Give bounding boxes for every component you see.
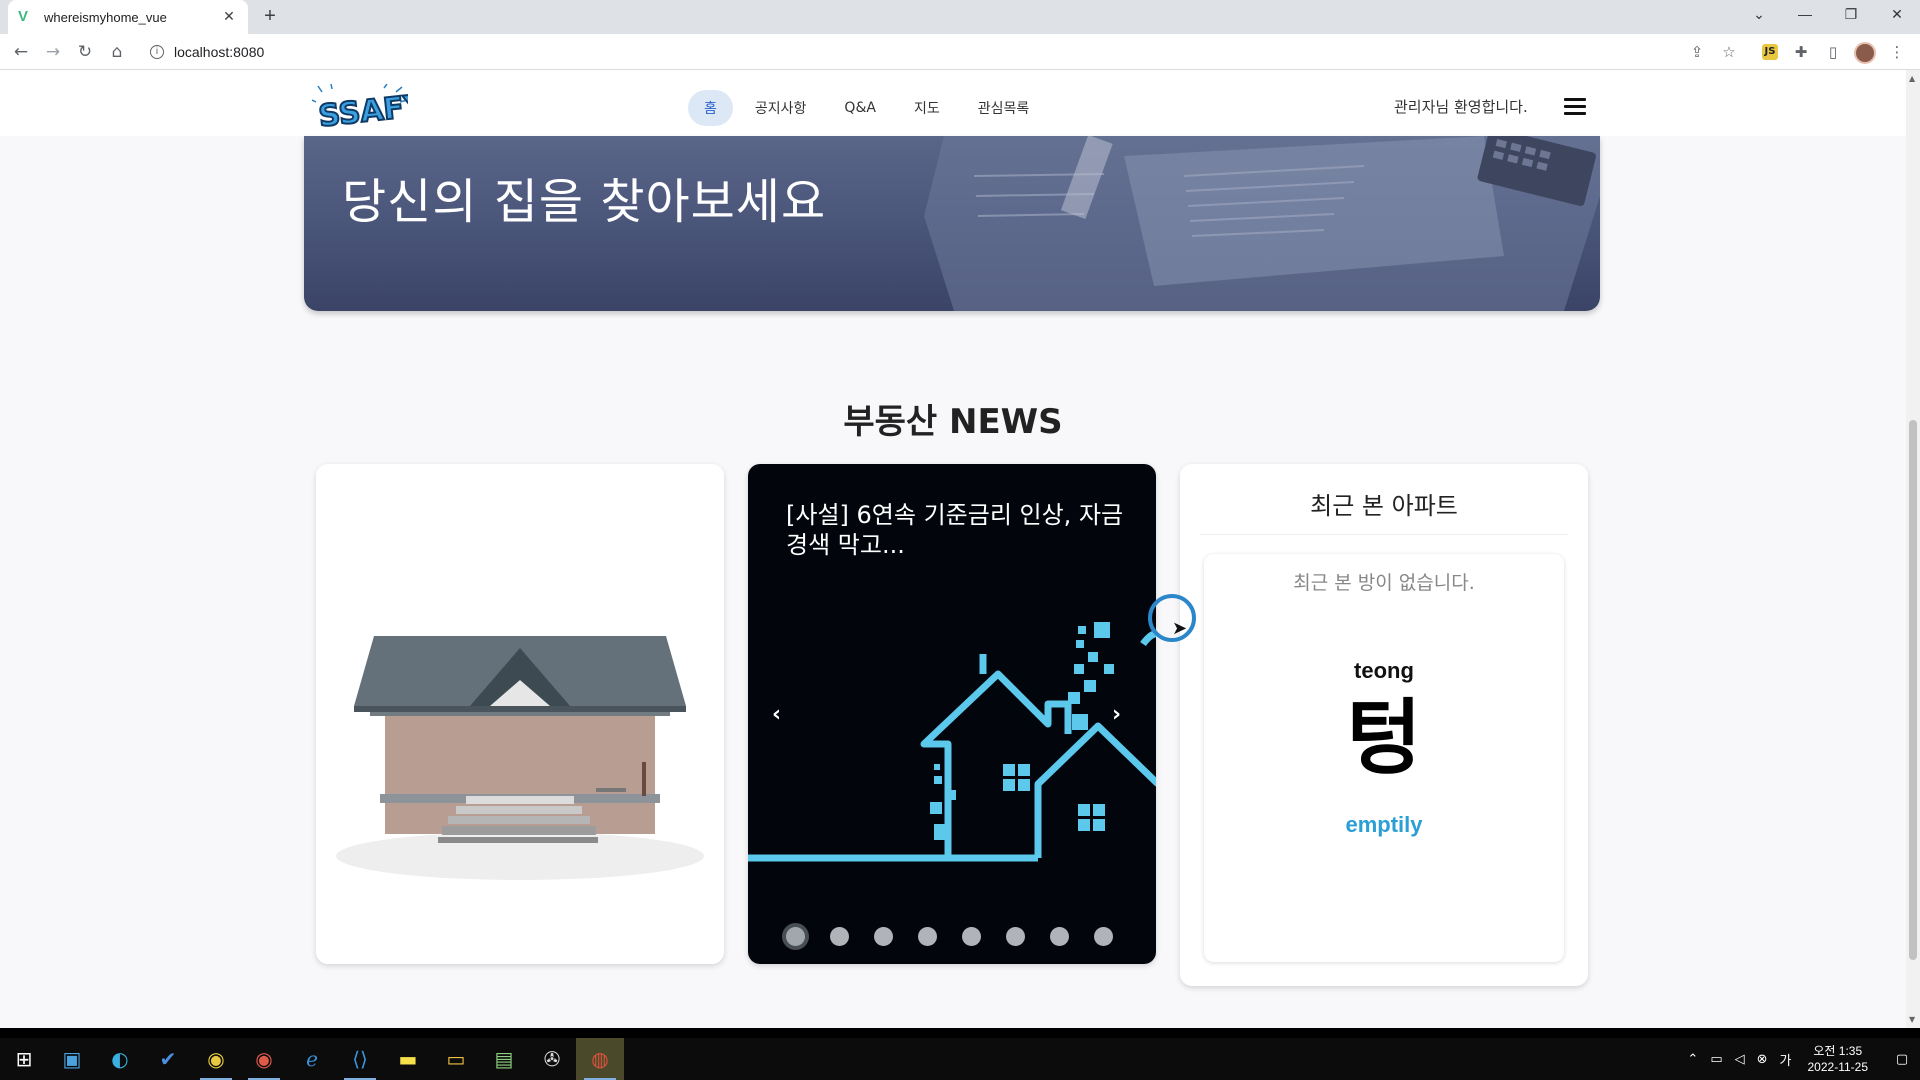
svg-text:SSAFY: SSAFY — [317, 88, 408, 128]
main-nav: 홈 공지사항 Q&A 지도 관심목록 — [688, 90, 1045, 126]
tray-overflow-icon[interactable]: ⌃ — [1687, 1052, 1698, 1067]
clock-date: 2022-11-25 — [1807, 1060, 1869, 1074]
todo-check-icon[interactable]: ✔ — [144, 1038, 192, 1080]
close-window-button[interactable]: ✕ — [1874, 0, 1920, 30]
clock-time: 오전 1:35 — [1813, 1044, 1863, 1058]
file-explorer-icon[interactable]: ▭ — [432, 1038, 480, 1080]
house-illustration — [336, 636, 704, 880]
taskbar-clock[interactable]: 오전 1:35 2022-11-25 — [1808, 1043, 1869, 1075]
status-x-icon[interactable]: ⊗ — [1757, 1052, 1768, 1067]
recent-apartments-card: 최근 본 아파트 최근 본 방이 없습니다. teong 텅 emptily — [1180, 464, 1588, 986]
js-extension-icon[interactable]: JS — [1762, 44, 1778, 60]
minimize-button[interactable]: — — [1782, 0, 1828, 30]
hero-banner: 당신의 집을 찾아보세요 — [304, 136, 1600, 311]
windows-taskbar: ⊞ ▣ ◐ ✔ ◉ ◉ ℯ ⟨⟩ ▬ ▭ ▤ ✇ ◍ ⌃ ▭ ◁ ⊗ 가 오전 … — [0, 1028, 1920, 1080]
web-page: SSAFY 홈 공지사항 Q&A 지도 관심목록 관리자님 환영합니다. 당신의… — [0, 70, 1906, 1028]
carousel-dot[interactable] — [786, 927, 805, 946]
chrome-second-icon[interactable]: ◉ — [240, 1038, 288, 1080]
nav-map[interactable]: 지도 — [898, 90, 956, 126]
hero-title: 당신의 집을 찾아보세요 — [342, 174, 827, 230]
carousel-dot[interactable] — [962, 927, 981, 946]
hamburger-menu-icon[interactable] — [1564, 98, 1586, 116]
forward-icon[interactable]: → — [40, 40, 66, 64]
house-lineart-illustration — [748, 622, 1156, 862]
back-icon[interactable]: ← — [8, 40, 34, 64]
home-icon[interactable]: ⌂ — [104, 40, 130, 64]
edge-browser-icon[interactable]: ◐ — [96, 1038, 144, 1080]
site-header: SSAFY 홈 공지사항 Q&A 지도 관심목록 관리자님 환영합니다. — [0, 70, 1906, 136]
network-icon[interactable]: ▭ — [1710, 1052, 1722, 1067]
chrome-icon[interactable]: ◉ — [192, 1038, 240, 1080]
carousel-dot[interactable] — [918, 927, 937, 946]
welcome-text: 관리자님 환영합니다. — [1394, 98, 1528, 116]
new-tab-button[interactable]: + — [258, 6, 282, 28]
taskbar-apps: ⊞ ▣ ◐ ✔ ◉ ◉ ℯ ⟨⟩ ▬ ▭ ▤ ✇ ◍ — [0, 1038, 624, 1080]
carousel-dot[interactable] — [1050, 927, 1069, 946]
carousel-dot[interactable] — [874, 927, 893, 946]
carousel-dot[interactable] — [1006, 927, 1025, 946]
reload-icon[interactable]: ↻ — [72, 40, 98, 64]
side-panel-icon[interactable]: ▯ — [1822, 42, 1844, 62]
window-controls: ⌄ — ❐ ✕ — [1736, 0, 1920, 30]
vscode-icon[interactable]: ⟨⟩ — [336, 1038, 384, 1080]
recorder-app-icon[interactable]: ◍ — [576, 1038, 624, 1080]
hero-background-documents — [924, 136, 1600, 311]
address-bar[interactable]: i localhost:8080 — [140, 38, 1720, 66]
browser-tab[interactable]: V whereismyhome_vue ✕ — [8, 0, 248, 34]
nav-home[interactable]: 홈 — [688, 90, 733, 126]
system-tray: ⌃ ▭ ◁ ⊗ 가 오전 1:35 2022-11-25 ▢ — [1681, 1038, 1920, 1080]
url-text: localhost:8080 — [174, 44, 265, 60]
bookmark-star-icon[interactable]: ☆ — [1718, 42, 1740, 62]
house-illustration-card — [316, 464, 724, 964]
browser-tab-strip: V whereismyhome_vue ✕ + ⌄ — ❐ ✕ — [0, 0, 1920, 34]
kakaotalk-icon[interactable]: ▬ — [384, 1038, 432, 1080]
store-app-icon[interactable]: ▣ — [48, 1038, 96, 1080]
tab-search-icon[interactable]: ⌄ — [1736, 0, 1782, 30]
empty-illustration-glyph: 텅 — [1346, 691, 1422, 786]
scroll-up-icon[interactable]: ▲ — [1909, 74, 1915, 83]
site-info-icon[interactable]: i — [150, 45, 164, 59]
news-section-title: 부동산 NEWS — [843, 402, 1063, 442]
recent-list-panel: 최근 본 방이 없습니다. teong 텅 emptily — [1204, 554, 1564, 962]
mouse-cursor-icon: ➤ — [1172, 618, 1188, 639]
nav-qna[interactable]: Q&A — [828, 92, 892, 124]
scroll-down-icon[interactable]: ▼ — [1909, 1015, 1915, 1024]
nav-favorites[interactable]: 관심목록 — [962, 90, 1046, 126]
ssafy-logo[interactable]: SSAFY — [312, 84, 408, 128]
share-icon[interactable]: ⇪ — [1686, 42, 1708, 62]
empty-illustration-bottom-text: emptily — [1345, 812, 1423, 837]
recent-card-title: 최근 본 아파트 — [1310, 492, 1458, 520]
carousel-prev-button[interactable]: ‹ — [772, 702, 781, 727]
tab-close-icon[interactable]: ✕ — [220, 9, 238, 25]
news-headline[interactable]: [사설] 6연속 기준금리 인상, 자금경색 막고... — [786, 500, 1126, 560]
divider — [1200, 534, 1568, 535]
volume-icon[interactable]: ◁ — [1735, 1052, 1745, 1067]
profile-avatar[interactable] — [1854, 42, 1876, 64]
carousel-dot[interactable] — [830, 927, 849, 946]
notepad-icon[interactable]: ▤ — [480, 1038, 528, 1080]
restore-button[interactable]: ❐ — [1828, 0, 1874, 30]
vue-favicon-icon: V — [18, 8, 29, 25]
page-scrollbar[interactable]: ▲ ▼ — [1906, 70, 1920, 1028]
extensions-puzzle-icon[interactable]: ✚ — [1790, 42, 1812, 62]
news-carousel[interactable]: [사설] 6연속 기준금리 인상, 자금경색 막고... ‹ › — [748, 464, 1156, 964]
internet-explorer-icon[interactable]: ℯ — [288, 1038, 336, 1080]
media-app-icon[interactable]: ✇ — [528, 1038, 576, 1080]
carousel-next-button[interactable]: › — [1112, 702, 1121, 727]
carousel-dot[interactable] — [1094, 927, 1113, 946]
start-windows-icon[interactable]: ⊞ — [0, 1038, 48, 1080]
ime-icon[interactable]: 가 — [1780, 1050, 1792, 1069]
browser-toolbar: ← → ↻ ⌂ i localhost:8080 ⇪ ☆ JS ✚ ▯ ⋮ — [0, 34, 1920, 70]
scroll-thumb[interactable] — [1909, 420, 1917, 960]
browser-menu-icon[interactable]: ⋮ — [1886, 42, 1908, 62]
tab-title: whereismyhome_vue — [44, 9, 167, 25]
empty-illustration-top-text: teong — [1354, 658, 1414, 683]
notification-center-icon[interactable]: ▢ — [1890, 1052, 1914, 1067]
carousel-indicators — [786, 927, 1113, 946]
nav-notice[interactable]: 공지사항 — [739, 90, 823, 126]
empty-message: 최근 본 방이 없습니다. — [1293, 572, 1475, 594]
